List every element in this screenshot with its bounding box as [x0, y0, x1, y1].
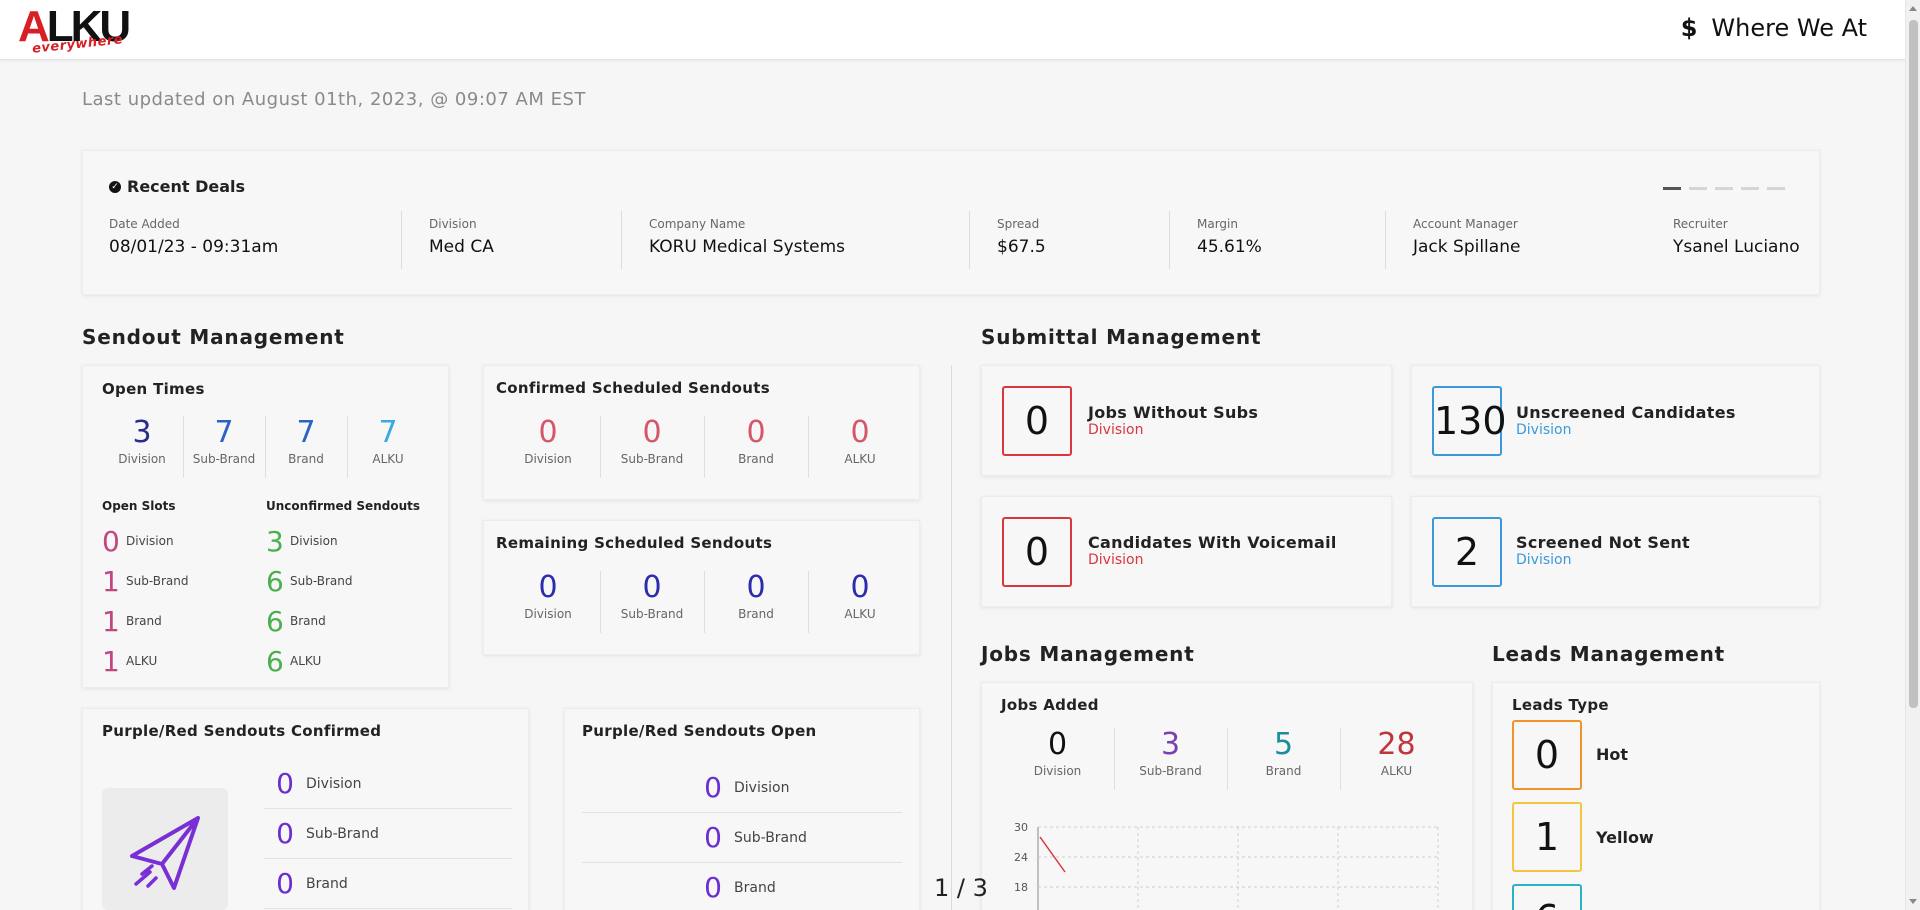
stat-sub-brand[interactable]: 0 Sub-Brand	[600, 571, 704, 633]
header-title: Where We At	[1711, 14, 1867, 42]
jobs-without-subs-card[interactable]: 0 Jobs Without Subs Division	[981, 365, 1392, 476]
list-item[interactable]: 1 Brand	[102, 601, 188, 641]
stat-division[interactable]: 0 Division	[1001, 728, 1114, 779]
list-item[interactable]: 0 Division	[582, 763, 902, 813]
column-divider	[951, 365, 952, 910]
divider	[401, 211, 402, 269]
list-item[interactable]: 6 Brand	[266, 601, 420, 641]
recent-deals-title: ✓ Recent Deals	[109, 177, 245, 196]
list-item[interactable]: 1 Sub-Brand	[102, 561, 188, 601]
stat-alku[interactable]: 28 ALKU	[1340, 728, 1453, 790]
jobs-management-heading: Jobs Management	[981, 642, 1195, 666]
deal-company-name: Company Name KORU Medical Systems	[649, 217, 846, 257]
carousel-dot[interactable]	[1689, 187, 1707, 190]
list-item[interactable]: 0 Division	[102, 521, 188, 561]
stat-alku[interactable]: 0 ALKU	[808, 571, 912, 633]
stat-division[interactable]: 0 Division	[496, 571, 600, 622]
open-slots-list: Open Slots 0 Division 1 Sub-Brand 1 Brand 1…	[102, 499, 188, 681]
stat-brand[interactable]: 7 Brand	[265, 416, 347, 478]
vertical-scrollbar[interactable]	[1905, 0, 1920, 910]
leads-type-card: Leads Type 0 Hot 1 Yellow 6	[1492, 682, 1820, 910]
screened-not-sent-card[interactable]: 2 Screened Not Sent Division	[1411, 496, 1820, 607]
deal-spread: Spread $67.5	[997, 217, 1046, 257]
carousel-dot[interactable]	[1663, 187, 1681, 190]
scrollbar-thumb[interactable]	[1909, 20, 1918, 708]
carousel-dot[interactable]	[1715, 187, 1733, 190]
deal-recruiter: Recruiter Ysanel Luciano	[1673, 217, 1800, 257]
carousel-dot[interactable]	[1741, 187, 1759, 190]
stat-sub-brand[interactable]: 3 Sub-Brand	[1114, 728, 1227, 790]
list-item[interactable]: 3 Division	[266, 521, 420, 561]
lead-yellow-count[interactable]: 1	[1512, 802, 1582, 872]
carousel-indicators	[1663, 187, 1785, 190]
stat-brand[interactable]: 5 Brand	[1227, 728, 1340, 790]
stat-sub-brand[interactable]: 0 Sub-Brand	[600, 416, 704, 478]
scroll-down-arrow-icon[interactable]	[1909, 899, 1917, 904]
top-bar: ALKU everywhere $ Where We At	[0, 0, 1905, 60]
stat-alku[interactable]: 0 ALKU	[808, 416, 912, 478]
divider	[1385, 211, 1386, 269]
y-tick-label: 18	[1014, 881, 1028, 894]
jobs-added-chart: 30 24 18	[1000, 815, 1450, 910]
send-plane-icon-box	[102, 788, 228, 910]
stat-alku[interactable]: 7 ALKU	[347, 416, 429, 478]
deal-row: Date Added 08/01/23 - 09:31am Division M…	[83, 211, 1819, 271]
list-item[interactable]: 6 ALKU	[266, 641, 420, 681]
carousel-dot[interactable]	[1767, 187, 1785, 190]
unconfirmed-sendouts-list: Unconfirmed Sendouts 3 Division 6 Sub-Bran…	[266, 499, 420, 681]
recent-deals-card: ✓ Recent Deals Date Added 08/01/23 - 09:…	[82, 150, 1820, 295]
jobs-chart-svg: 30 24 18	[1014, 821, 1439, 910]
leads-management-heading: Leads Management	[1492, 642, 1726, 666]
scroll-up-arrow-icon[interactable]	[1909, 6, 1917, 11]
y-tick-label: 30	[1014, 821, 1028, 834]
divider	[1169, 211, 1170, 269]
paper-plane-icon	[130, 816, 200, 890]
list-item[interactable]: 0 Sub-Brand	[264, 809, 512, 859]
stat-division[interactable]: 3 Division	[101, 416, 183, 467]
dollar-icon: $	[1680, 14, 1698, 42]
candidates-with-voicemail-card[interactable]: 0 Candidates With Voicemail Division	[981, 496, 1392, 607]
purple-red-open-card: Purple/Red Sendouts Open 0 Division 0 Sub-…	[564, 708, 920, 910]
stat-sub-brand[interactable]: 7 Sub-Brand	[183, 416, 265, 478]
stat-brand[interactable]: 0 Brand	[704, 571, 808, 633]
lead-hot-count[interactable]: 0	[1512, 720, 1582, 790]
divider	[621, 211, 622, 269]
divider	[969, 211, 970, 269]
last-updated-text: Last updated on August 01th, 2023, @ 09:…	[82, 89, 586, 110]
deal-division: Division Med CA	[429, 217, 494, 257]
stat-brand[interactable]: 0 Brand	[704, 416, 808, 478]
deal-margin: Margin 45.61%	[1197, 217, 1262, 257]
alku-logo[interactable]: ALKU everywhere	[18, 2, 133, 57]
confirmed-sendouts-card: Confirmed Scheduled Sendouts 0 Division 0…	[483, 365, 920, 500]
list-item[interactable]: 0 Brand	[582, 863, 902, 910]
list-item[interactable]: 0 Sub-Brand	[582, 813, 902, 863]
open-times-title: Open Times	[102, 380, 205, 398]
unscreened-candidates-card[interactable]: 130 Unscreened Candidates Division	[1411, 365, 1820, 476]
where-we-at-header[interactable]: $ Where We At	[1681, 14, 1867, 42]
open-times-card: Open Times 3 Division 7 Sub-Brand 7 Brand 7…	[82, 365, 449, 688]
deal-account-manager: Account Manager Jack Spillane	[1413, 217, 1521, 257]
list-item[interactable]: 0 Brand	[264, 859, 512, 909]
list-item[interactable]: 0 Division	[264, 759, 512, 809]
page-indicator: 1 / 3	[934, 874, 988, 902]
y-tick-label: 24	[1014, 851, 1028, 864]
submittal-management-heading: Submittal Management	[981, 325, 1262, 349]
sendout-management-heading: Sendout Management	[82, 325, 345, 349]
stat-division[interactable]: 0 Division	[496, 416, 600, 467]
series-line	[1039, 836, 1066, 873]
remaining-sendouts-card: Remaining Scheduled Sendouts 0 Division 0…	[483, 520, 920, 655]
check-circle-icon: ✓	[109, 180, 121, 193]
list-item[interactable]: 1 ALKU	[102, 641, 188, 681]
lead-third-count[interactable]: 6	[1512, 884, 1582, 910]
list-item[interactable]: 6 Sub-Brand	[266, 561, 420, 601]
open-times-stats: 3 Division 7 Sub-Brand 7 Brand 7 ALKU	[101, 416, 429, 478]
deal-date-added: Date Added 08/01/23 - 09:31am	[109, 217, 279, 257]
